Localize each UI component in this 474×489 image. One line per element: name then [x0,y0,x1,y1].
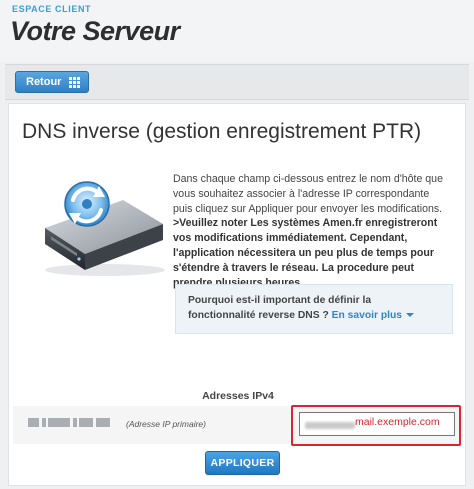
ipv4-header: Adresses IPv4 [202,390,274,402]
info-box: Pourquoi est-il important de définir la … [175,284,453,334]
panel-title: DNS inverse (gestion enregistrement PTR) [22,120,422,143]
ptr-hostname-value: mail.exemple.com [355,416,440,428]
section-label: ESPACE CLIENT [12,4,92,14]
learn-more-label: En savoir plus [331,309,403,321]
ip-type-label: (Adresse IP primaire) [126,419,206,429]
description-text: Dans chaque champ ci-dessous entrez le n… [173,173,443,215]
apply-button[interactable]: APPLIQUER [205,451,280,475]
ip-address-redacted [28,418,110,427]
back-button-label: Retour [26,76,62,88]
caret-down-icon [406,312,415,317]
notice-text: >Veuillez noter Les systèmes Amen.fr enr… [173,217,438,289]
page-title: Votre Serveur [10,16,180,46]
back-button[interactable]: Retour [15,71,89,93]
toolbar: Retour [5,64,469,100]
server-refresh-illustration [45,181,165,276]
page-header: ESPACE CLIENT Votre Serveur [0,0,474,62]
learn-more-link[interactable]: En savoir plus [331,309,415,321]
main-panel: DNS inverse (gestion enregistrement PTR) [8,103,466,486]
grid-icon [69,77,80,88]
description-block: Dans chaque champ ci-dessous entrez le n… [173,172,451,290]
redacted-prefix [305,422,355,429]
